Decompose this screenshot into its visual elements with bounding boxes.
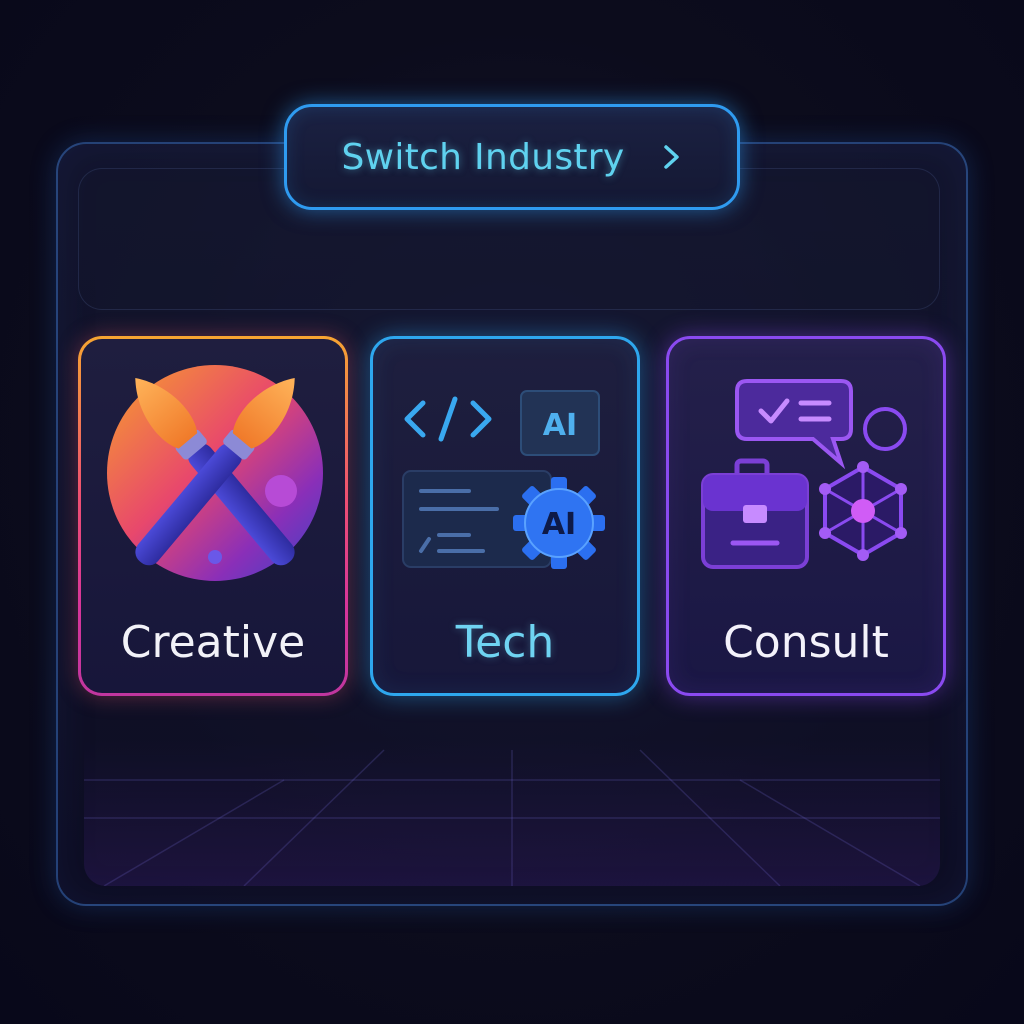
chat-checklist-icon (735, 379, 853, 470)
ai-badge-text: AI (543, 408, 577, 443)
grid-floor-lines (84, 749, 940, 886)
network-hexagon-icon (819, 461, 907, 561)
switch-industry-label: Switch Industry (341, 136, 625, 178)
circle-shape (863, 407, 907, 451)
industry-card-tech[interactable]: AI AI Tech (370, 336, 640, 696)
grid-floor (84, 740, 940, 886)
industry-label-creative: Creative (120, 617, 306, 668)
code-ai-icon: AI AI (402, 390, 605, 569)
briefcase-network-icon (701, 379, 907, 569)
chevron-right-icon (663, 145, 679, 169)
code-brackets-icon (404, 396, 492, 442)
industry-switcher: Switch Industry Creative AI AI Tech Cons… (0, 0, 1024, 1024)
ai-gear-text: AI (542, 507, 576, 542)
switch-industry-button[interactable]: Switch Industry (284, 104, 740, 210)
industry-card-consult[interactable]: Consult (666, 336, 946, 696)
paintbrushes-icon (107, 365, 323, 581)
industry-label-tech: Tech (455, 617, 555, 668)
ai-gear-icon: AI (513, 477, 605, 569)
briefcase-icon (701, 458, 809, 569)
industry-label-consult: Consult (723, 617, 889, 668)
industry-card-creative[interactable]: Creative (78, 336, 348, 696)
